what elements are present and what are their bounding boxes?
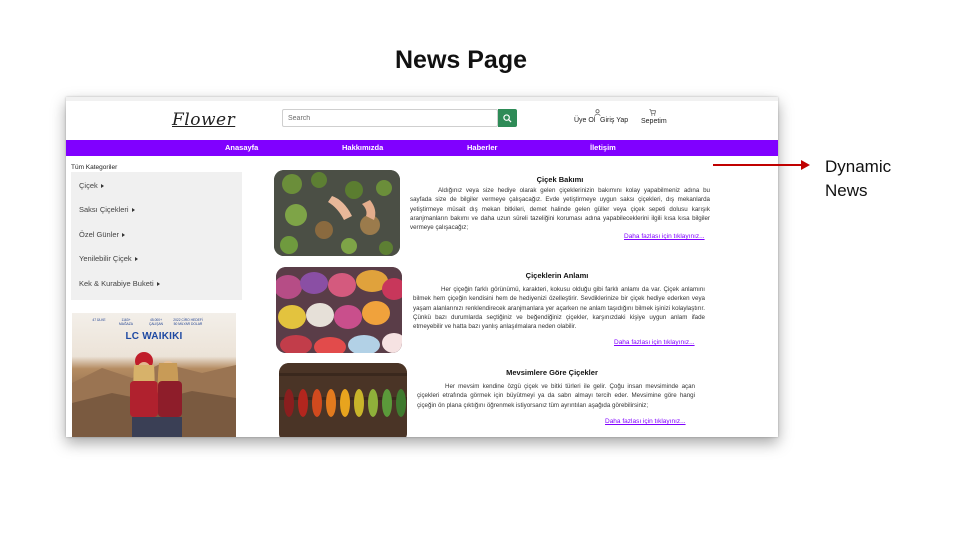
nav-item-anasayfa[interactable]: Anasayfa (225, 143, 258, 152)
register-link[interactable]: Üye Ol (574, 117, 595, 124)
ad-stat: 47 ÜLKE (92, 318, 106, 322)
ad-brand-logo: LC WAIKIKI (125, 331, 183, 342)
news-image-seasonal-flowers[interactable] (279, 363, 407, 437)
annotation-arrow-line (713, 164, 803, 166)
ad-banner[interactable]: 47 ÜLKE 1163+ MAĞAZA 45.000+ ÇALIŞAN 202… (72, 313, 236, 437)
ad-stat: 1163+ MAĞAZA (119, 318, 133, 326)
sidebar-title: Tüm Kategoriler (71, 164, 118, 171)
news-title: Mevsimlere Göre Çiçekler (506, 368, 598, 377)
cart-link[interactable]: Sepetim (641, 118, 667, 125)
search-button[interactable] (498, 109, 517, 127)
category-item-ozel-gunler[interactable]: Özel Günler (79, 230, 126, 239)
category-item-kek-kurabiye[interactable]: Kek & Kurabiye Buketi (79, 279, 160, 288)
category-label: Çiçek (79, 181, 98, 190)
category-list: Çiçek Saksı Çiçekleri Özel Günler Yenile… (71, 172, 242, 300)
category-item-yenilebilir-cicek[interactable]: Yenilebilir Çiçek (79, 254, 138, 263)
plants-photo (274, 170, 400, 256)
caret-right-icon (122, 233, 126, 238)
cart-icon (649, 109, 656, 116)
user-icon (594, 109, 601, 116)
website-screenshot: Flower Üye Ol Giriş Yap Sepetim Anasayfa… (66, 97, 778, 437)
slide: News Page Flower Üye Ol Giriş Yap Sepeti… (0, 0, 955, 537)
annotation-line-1: Dynamic (825, 157, 892, 176)
nav-item-hakkimizda[interactable]: Hakkımızda (342, 143, 383, 152)
caret-right-icon (100, 184, 104, 189)
annotation-line-2: News (825, 181, 868, 200)
search-input[interactable] (282, 109, 498, 127)
category-label: Yenilebilir Çiçek (79, 254, 132, 263)
news-read-more-link[interactable]: Daha fazlası için tıklayınız... (605, 418, 686, 425)
slide-title: News Page (394, 46, 527, 74)
site-logo[interactable]: Flower (172, 110, 235, 130)
ad-stat: 45.000+ ÇALIŞAN (148, 318, 164, 326)
annotation-arrow-head (801, 160, 810, 170)
annotation-label: Dynamic News (825, 155, 891, 203)
login-link[interactable]: Giriş Yap (600, 117, 628, 124)
autumn-leaves-photo (279, 363, 407, 437)
news-body: Aldığınız veya size hediye olarak gelen … (410, 187, 710, 232)
caret-right-icon (134, 257, 138, 262)
main-nav: Anasayfa Hakkımızda Haberler İletişim (66, 140, 778, 156)
search-icon (503, 113, 512, 123)
news-title: Çiçek Bakımı (536, 175, 584, 184)
news-body: Her mevsim kendine özgü çiçek ve bitki t… (417, 383, 695, 409)
category-item-saksi-cicekleri[interactable]: Saksı Çiçekleri (79, 205, 135, 214)
news-title: Çiçeklerin Anlamı (525, 271, 589, 280)
caret-right-icon (131, 208, 135, 213)
nav-item-haberler[interactable]: Haberler (467, 143, 497, 152)
tulips-photo (276, 267, 402, 353)
news-image-plant-care[interactable] (274, 170, 400, 256)
caret-right-icon (156, 282, 160, 287)
category-item-cicek[interactable]: Çiçek (79, 181, 104, 190)
category-label: Kek & Kurabiye Buketi (79, 279, 154, 288)
category-label: Saksı Çiçekleri (79, 205, 129, 214)
news-body: Her çiçeğin farklı görünümü, karakteri, … (413, 286, 705, 331)
news-image-flower-meanings[interactable] (276, 267, 402, 353)
news-read-more-link[interactable]: Daha fazlası için tıklayınız... (614, 339, 695, 346)
news-read-more-link[interactable]: Daha fazlası için tıklayınız... (624, 233, 705, 240)
category-label: Özel Günler (79, 230, 120, 239)
ad-stat: 2022 CİRO HEDEFİ 50 MİLYAR DOLAR (173, 318, 203, 326)
nav-item-iletisim[interactable]: İletişim (590, 143, 616, 152)
ad-models-photo (72, 352, 236, 437)
